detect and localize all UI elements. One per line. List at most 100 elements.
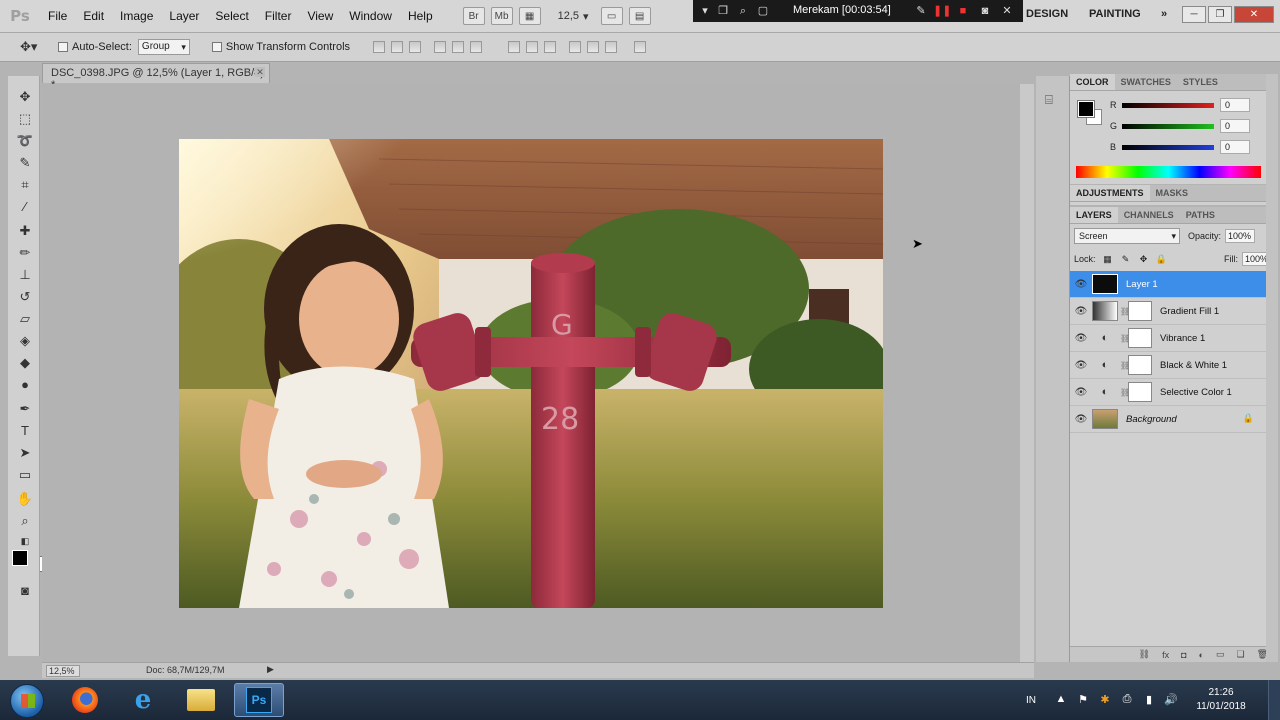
tab-paths[interactable]: PATHS <box>1180 207 1221 223</box>
distribute-hcenter-icon[interactable] <box>587 41 600 53</box>
eye-icon[interactable]: 👁 <box>1070 387 1092 398</box>
window-icon[interactable]: ❐ <box>715 3 731 19</box>
zoom-tool-icon[interactable]: ⌕ <box>16 512 34 530</box>
layer-row[interactable]: 👁 Background 🔒 <box>1070 406 1266 433</box>
menu-layer[interactable]: Layer <box>161 0 207 33</box>
restore-icon[interactable]: ❐ <box>1208 6 1232 23</box>
layer-name[interactable]: Layer 1 <box>1126 279 1158 290</box>
doc-size-info[interactable]: Doc: 68,7M/129,7M <box>146 665 225 675</box>
tab-channels[interactable]: CHANNELS <box>1118 207 1180 223</box>
menu-view[interactable]: View <box>299 0 341 33</box>
stop-icon[interactable]: ■ <box>955 3 971 19</box>
status-menu-arrow-icon[interactable]: ▶ <box>267 664 274 675</box>
show-transform-checkbox[interactable]: Show Transform Controls <box>211 41 350 53</box>
align-right-icon[interactable] <box>470 41 483 53</box>
layer-mask-thumbnail[interactable] <box>1128 355 1152 375</box>
screen-icon[interactable]: ▢ <box>755 3 771 19</box>
dropdown-arrow-icon[interactable]: ▾ <box>697 3 713 19</box>
red-slider[interactable]: R 0 <box>1110 98 1250 112</box>
distribute-right-icon[interactable] <box>605 41 618 53</box>
blend-mode-select[interactable]: Screen <box>1074 228 1180 244</box>
lasso-tool-icon[interactable]: ➰ <box>16 132 34 150</box>
tab-layers[interactable]: LAYERS <box>1070 207 1118 223</box>
green-slider[interactable]: G 0 <box>1110 119 1250 133</box>
align-left-icon[interactable] <box>434 41 447 53</box>
history-panel-icon[interactable]: ⌸ <box>1045 92 1053 108</box>
workspace-design[interactable]: DESIGN <box>1026 8 1068 20</box>
distribute-top-icon[interactable] <box>508 41 521 53</box>
pause-icon[interactable]: ❚❚ <box>933 3 951 19</box>
pen-icon[interactable]: ✎ <box>913 3 929 19</box>
volume-icon[interactable]: 🔊 <box>1164 693 1178 707</box>
link-layers-icon[interactable]: ⛓ <box>1139 649 1150 660</box>
align-vcenter-icon[interactable] <box>391 41 404 53</box>
auto-select-checkbox[interactable]: Auto-Select: <box>58 41 132 53</box>
history-brush-tool-icon[interactable]: ↺ <box>16 288 34 306</box>
taskbar-firefox[interactable] <box>60 683 110 717</box>
arrange-icon[interactable]: ▦ <box>518 7 541 25</box>
opacity-input[interactable]: 100% <box>1225 229 1256 243</box>
quick-select-tool-icon[interactable]: ✎ <box>16 154 34 172</box>
new-group-icon[interactable]: ▭ <box>1216 649 1225 660</box>
blue-value[interactable]: 0 <box>1220 140 1250 154</box>
tab-styles[interactable]: STYLES <box>1177 74 1224 90</box>
menu-filter[interactable]: Filter <box>257 0 300 33</box>
hand-tool-icon[interactable]: ✋ <box>16 490 34 508</box>
layer-row[interactable]: 👁 ◐ ⛓ Black & White 1 <box>1070 352 1266 379</box>
type-tool-icon[interactable]: T <box>16 422 34 440</box>
new-layer-icon[interactable]: ❏ <box>1236 649 1244 660</box>
background-color-swatch[interactable] <box>27 556 43 572</box>
green-track[interactable] <box>1122 123 1214 129</box>
layer-mask-thumbnail[interactable] <box>1128 301 1152 321</box>
align-bottom-icon[interactable] <box>409 41 422 53</box>
language-indicator[interactable]: IN <box>1026 695 1036 706</box>
color-spectrum[interactable] <box>1076 166 1261 178</box>
new-adjustment-icon[interactable]: ◐ <box>1199 650 1204 660</box>
taskbar-internet-explorer[interactable]: e <box>118 683 168 717</box>
layer-mask-thumbnail[interactable] <box>1128 382 1152 402</box>
add-mask-icon[interactable]: ◘ <box>1181 650 1186 660</box>
layer-name[interactable]: Vibrance 1 <box>1160 333 1205 344</box>
close-icon[interactable]: ✕ <box>255 67 265 77</box>
eyedropper-tool-icon[interactable]: ⁄ <box>16 198 34 216</box>
distribute-bottom-icon[interactable] <box>544 41 557 53</box>
quick-mask-icon[interactable]: ◙ <box>16 582 34 600</box>
clone-stamp-tool-icon[interactable]: ⊥ <box>16 266 34 284</box>
tab-swatches[interactable]: SWATCHES <box>1115 74 1177 90</box>
printer-icon[interactable]: ⎙ <box>1120 693 1134 707</box>
tab-adjustments[interactable]: ADJUSTMENTS <box>1070 185 1150 201</box>
menu-image[interactable]: Image <box>112 0 161 33</box>
extras-icon[interactable]: ▤ <box>628 7 651 25</box>
taskbar-photoshop[interactable]: Ps <box>234 683 284 717</box>
recorder-tray-icon[interactable]: ✱ <box>1098 693 1112 707</box>
canvas-area[interactable]: G 28 <box>42 84 1034 662</box>
bridge-icon[interactable]: Br <box>462 7 485 25</box>
menu-help[interactable]: Help <box>400 0 441 33</box>
default-colors-icon[interactable]: ◧ ↻ <box>16 532 34 564</box>
distribute-vcenter-icon[interactable] <box>526 41 539 53</box>
fx-icon[interactable]: fx <box>1162 650 1169 660</box>
tab-color[interactable]: COLOR <box>1070 74 1115 90</box>
eye-icon[interactable]: 👁 <box>1070 414 1092 425</box>
minibridge-icon[interactable]: Mb <box>490 7 513 25</box>
auto-align-icon[interactable] <box>634 41 647 53</box>
red-track[interactable] <box>1122 102 1214 108</box>
pen-tool-icon[interactable]: ✒ <box>16 400 34 418</box>
move-tool-icon[interactable]: ✥ <box>16 88 34 106</box>
menu-file[interactable]: File <box>40 0 75 33</box>
crop-tool-icon[interactable]: ⌗ <box>16 176 34 194</box>
shape-tool-icon[interactable]: ▭ <box>16 466 34 484</box>
search-icon[interactable]: ⌕ <box>735 3 751 19</box>
marquee-tool-icon[interactable]: ⬚ <box>16 110 34 128</box>
tray-arrow-icon[interactable]: ▲ <box>1054 693 1068 707</box>
red-value[interactable]: 0 <box>1220 98 1250 112</box>
layer-row[interactable]: 👁 ⛓ Gradient Fill 1 <box>1070 298 1266 325</box>
more-workspaces-icon[interactable]: » <box>1161 8 1167 20</box>
zoom-select[interactable]: 12,5 ▾ <box>558 10 589 23</box>
layer-name[interactable]: Selective Color 1 <box>1160 387 1232 398</box>
blue-track[interactable] <box>1122 144 1214 150</box>
lock-transparency-icon[interactable]: ▦ <box>1102 253 1114 265</box>
close-window-icon[interactable]: ✕ <box>1234 6 1274 23</box>
layer-mask-thumbnail[interactable] <box>1128 328 1152 348</box>
minimize-icon[interactable]: ─ <box>1182 6 1206 23</box>
